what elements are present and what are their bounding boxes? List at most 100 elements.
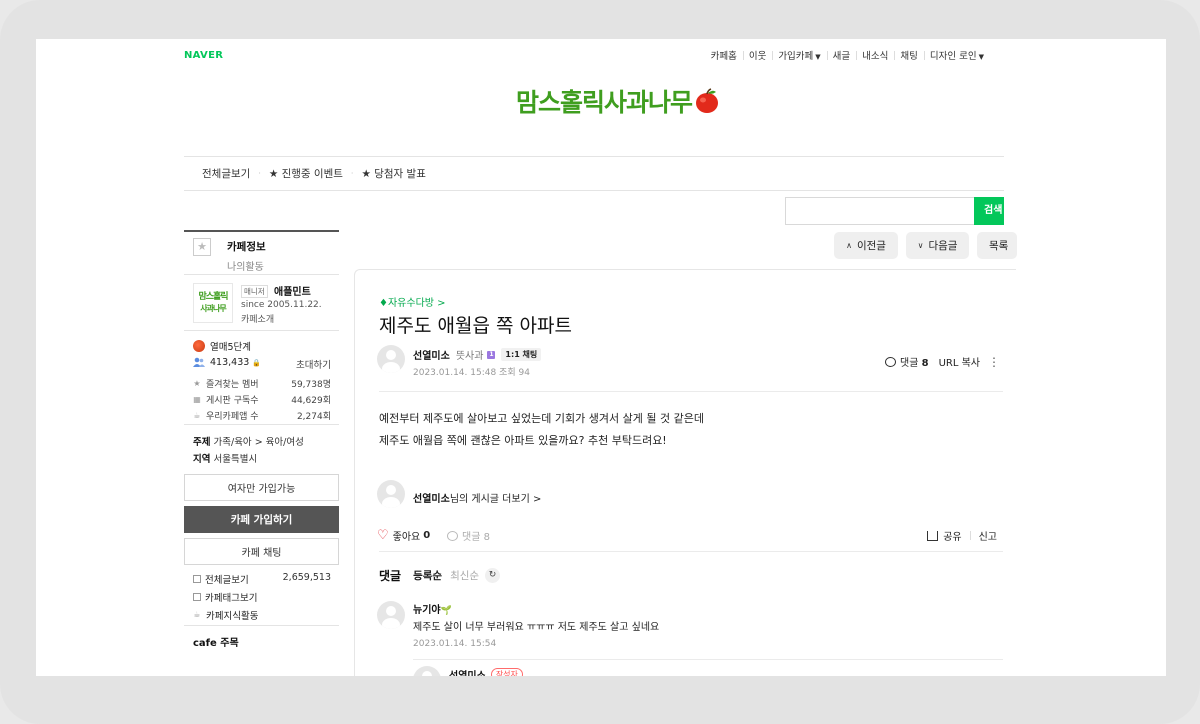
article-panel: ♦자유수다방 > 제주도 애월읍 쪽 아파트 선열미소 뜻사과 1 1:1 채팅… [354, 269, 1016, 676]
menu-winners[interactable]: ★ 당첨자 발표 [361, 166, 425, 181]
share-report: 공유 신고 [927, 528, 997, 543]
stat-label: 우리카페앱 수 [206, 412, 259, 422]
author-name[interactable]: 선열미소 [413, 347, 450, 362]
list-button[interactable]: 목록 [977, 232, 1017, 259]
share-icon [927, 530, 939, 541]
grade-label: 열매5단계 [210, 342, 252, 353]
topic-row: 주제 가족/육아 > 육아/여성 [193, 434, 304, 448]
cafe-topic: 주제 가족/육아 > 육아/여성 지역 서울특별시 [184, 424, 339, 474]
author-avatar-small[interactable] [377, 480, 405, 508]
cafe-intro-link[interactable]: 카페소개 [241, 312, 274, 325]
comment-author[interactable]: 뉴기야🌱 [413, 601, 452, 616]
link-label: 전체글보기 [205, 575, 249, 586]
like-button[interactable]: ♡ 좋아요 0 [377, 527, 431, 544]
naver-logo[interactable]: NAVER [184, 50, 223, 61]
topic-value: 가족/육아 > 육아/여성 [213, 437, 304, 448]
comment-icon [885, 356, 897, 367]
cafe-thumbnail[interactable]: 맘스홀릭 사과나무 [193, 283, 233, 323]
search-button[interactable]: 검색 [974, 197, 1004, 225]
report-button[interactable]: 신고 [979, 528, 997, 543]
stat-value: 59,738명 [291, 380, 331, 390]
stat-app-count: ☕ 우리카페앱 수 2,274회 [193, 409, 331, 422]
gnb-my-news[interactable]: 내소식 [856, 48, 894, 62]
thumbnail-text-2: 사과나무 [200, 304, 226, 313]
gnb-new-posts[interactable]: 새글 [826, 48, 856, 62]
commenter-avatar[interactable] [377, 601, 405, 629]
next-post-button[interactable]: ∨ 다음글 [906, 232, 969, 259]
comment-count-button[interactable]: 댓글 8 [900, 354, 929, 369]
join-cafe-button[interactable]: 카페 가입하기 [184, 506, 339, 533]
menu-all-posts[interactable]: 전체글보기 [202, 166, 250, 181]
author-avatar[interactable] [377, 345, 405, 373]
stat-label: 게시판 구독수 [206, 396, 259, 406]
article-body-line: 예전부터 제주도에 살아보고 싶었는데 기회가 생겨서 살게 될 것 같은데 [379, 412, 704, 425]
search-input[interactable] [785, 197, 975, 225]
board-icon: ▦ [193, 394, 201, 404]
global-nav: 카페홈 이웃 가입카페 ▼ 새글 내소식 채팅 디자인 로인 ▼ [705, 48, 990, 62]
reply-author: 선열미소 작성자 [449, 667, 523, 676]
app-icon: ☕ [193, 410, 201, 420]
thumbnail-text-1: 맘스홀릭 [198, 292, 228, 302]
stat-board-subscriptions: ▦ 게시판 구독수 44,629회 [193, 393, 331, 406]
reply-avatar[interactable] [413, 666, 441, 676]
like-count: 0 [423, 530, 431, 541]
sort-by-latest[interactable]: 최신순 [450, 568, 479, 583]
cafe-grade[interactable]: 열매5단계 [193, 339, 251, 353]
gnb-user-label: 디자인 로인 [929, 51, 977, 62]
stat-favorite-members: ★ 즐겨찾는 멤버 59,738명 [193, 377, 331, 390]
cafe-banner[interactable]: 맘스홀릭사과나무 [516, 83, 720, 119]
article-body-line: 제주도 애월읍 쪽에 괜찮은 아파트 있을까요? 추천 부탁드려요! [379, 434, 667, 447]
star-icon: ★ [193, 378, 201, 388]
star-icon[interactable]: ★ [193, 238, 211, 256]
since-date: since 2005.11.22. [241, 300, 322, 310]
gnb-neighbors[interactable]: 이웃 [742, 48, 772, 62]
cafe-title: 맘스홀릭사과나무 [516, 88, 693, 117]
comment-date: 2023.01.14. 15:54 [413, 639, 497, 649]
comment-heading: 댓글 [379, 569, 402, 583]
member-count[interactable]: 413,433 🔒 [193, 357, 261, 368]
gnb-chat[interactable]: 채팅 [894, 48, 923, 62]
lock-icon: 🔒 [252, 358, 262, 367]
tab-my-activity[interactable]: 나의활동 [227, 258, 264, 273]
comments-toggle[interactable]: 댓글 8 [447, 528, 490, 543]
sort-by-registration[interactable]: 등록순 [413, 568, 442, 583]
knowledge-icon: ☕ [193, 610, 201, 619]
sidebar-link-tags[interactable]: 카페태그보기 [193, 590, 257, 604]
link-label: 카페태그보기 [205, 593, 258, 604]
prev-post-button[interactable]: ∧ 이전글 [834, 232, 898, 259]
one-on-one-chat-button[interactable]: 1:1 채팅 [501, 348, 542, 361]
comment-label: 댓글 [900, 358, 919, 369]
cafe-chat-button[interactable]: 카페 채팅 [184, 538, 339, 565]
cafe-page: NAVER 카페홈 이웃 가입카페 ▼ 새글 내소식 채팅 디자인 로인 ▼ 맘스홀… [36, 39, 1166, 676]
post-date: 2023.01.14. 15:48 조회 94 [413, 368, 530, 378]
sidebar-link-all-posts[interactable]: 전체글보기 [193, 572, 249, 586]
heart-icon: ♡ [377, 527, 389, 543]
tab-cafe-info[interactable]: 카페정보 [227, 239, 266, 254]
sidebar-links: 전체글보기 2,659,513 카페태그보기 ☕ 카페지식활동 [184, 570, 339, 625]
list-label: 목록 [989, 240, 1009, 252]
comment-text: 제주도 살이 너무 부러워요 ㅠㅠㅠ 저도 제주도 살고 싶네요 [413, 622, 660, 633]
chevron-up-icon: ∧ [846, 241, 852, 250]
stat-value: 2,274회 [296, 412, 331, 422]
reply-author-name[interactable]: 선열미소 [449, 667, 486, 676]
url-copy-button[interactable]: URL 복사 [939, 354, 980, 369]
refresh-icon[interactable]: ↻ [485, 568, 501, 583]
member-count-value: 413,433 [210, 357, 250, 368]
divider [379, 551, 1003, 552]
manager-name[interactable]: 애플민트 [274, 283, 311, 298]
board-link[interactable]: ♦자유수다방 > [379, 294, 446, 309]
female-only-button[interactable]: 여자만 가입가능 [184, 474, 339, 501]
menu-ongoing-event[interactable]: ★ 진행중 이벤트 [269, 166, 343, 181]
more-options-icon[interactable]: ⋮ [988, 355, 1000, 369]
gnb-joined-cafes[interactable]: 가입카페 ▼ [772, 48, 826, 62]
caret-down-icon: ▼ [978, 53, 984, 61]
share-button[interactable]: 공유 [943, 528, 961, 543]
gnb-user-menu[interactable]: 디자인 로인 ▼ [923, 48, 990, 62]
sidebar-link-knowledge[interactable]: ☕ 카페지식활동 [193, 608, 258, 623]
gnb-cafe-home[interactable]: 카페홈 [705, 48, 743, 62]
region-row: 지역 서울특별시 [193, 451, 257, 465]
more-posts-link[interactable]: 선열미소님의 게시글 더보기 > [413, 490, 541, 505]
invite-button[interactable]: 초대하기 [296, 357, 331, 371]
comment-icon [447, 530, 458, 541]
next-post-label: 다음글 [928, 240, 958, 252]
